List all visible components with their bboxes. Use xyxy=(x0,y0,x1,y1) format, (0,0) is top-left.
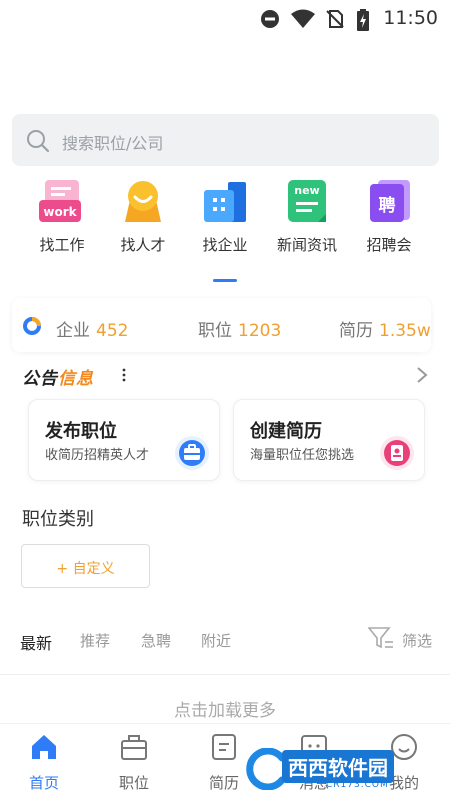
job-fair-icon: 聘 xyxy=(366,178,412,224)
job-fair-badge: 聘 xyxy=(378,196,396,216)
status-bar: 11:50 xyxy=(0,0,450,36)
stat-position: 职位 1203 xyxy=(198,316,281,341)
card-subtitle: 海量职位任您挑选 xyxy=(250,448,355,463)
enterprise-icon xyxy=(202,178,248,224)
card-subtitle: 收简历招精英人才 xyxy=(45,448,150,463)
category-title: 职位类别 xyxy=(22,509,94,530)
status-time: 11:50 xyxy=(383,7,438,29)
do-not-disturb-icon xyxy=(261,10,279,28)
create-resume-card[interactable]: 创建简历 海量职位任您挑选 xyxy=(233,399,425,481)
post-job-card[interactable]: 发布职位 收简历招精英人才 xyxy=(28,399,220,481)
quick-nav-label: 找企业 xyxy=(202,236,248,254)
quick-nav-label: 找工作 xyxy=(39,236,85,254)
quick-nav-job-fair[interactable]: 聘 招聘会 xyxy=(351,176,427,266)
loading-ring-icon xyxy=(23,317,41,335)
quick-nav-find-talent[interactable]: 找人才 xyxy=(105,176,181,266)
quick-nav-news[interactable]: new 新闻资讯 xyxy=(269,176,345,266)
briefcase-icon xyxy=(121,735,147,760)
card-title: 创建简历 xyxy=(250,421,322,442)
stat-company-value: 452 xyxy=(96,321,129,341)
resume-icon xyxy=(380,436,414,470)
search-icon xyxy=(27,130,50,153)
card-title: 发布职位 xyxy=(45,421,117,442)
watermark-text-b: 软件园 xyxy=(328,756,388,780)
nav-jobs[interactable]: 职位 xyxy=(99,732,169,793)
load-more[interactable]: 点击加载更多 xyxy=(0,696,450,721)
quick-nav-label: 新闻资讯 xyxy=(276,236,337,254)
briefcase-icon xyxy=(175,436,209,470)
work-icon: work xyxy=(39,178,85,224)
search-bar[interactable]: 搜索职位/公司 xyxy=(12,114,439,166)
talent-icon xyxy=(120,178,166,224)
stat-resume-value: 1.35w xyxy=(379,321,431,341)
filter-icon xyxy=(368,627,393,649)
notice-title-b: 信息 xyxy=(58,369,94,389)
resume-icon xyxy=(212,734,236,760)
divider xyxy=(0,674,450,675)
news-icon: new xyxy=(284,178,330,224)
chevron-right-icon[interactable] xyxy=(415,366,429,384)
tab-nearby[interactable]: 附近 xyxy=(201,630,231,651)
tab-recommended[interactable]: 推荐 xyxy=(80,630,110,651)
stat-company: 企业 452 xyxy=(56,316,128,341)
nav-home[interactable]: 首页 xyxy=(9,732,79,793)
custom-category-label: + 自定义 xyxy=(56,561,115,577)
nav-label: 首页 xyxy=(28,774,59,792)
home-icon xyxy=(32,735,56,759)
custom-category-button[interactable]: + 自定义 xyxy=(21,544,150,588)
stats-card: 企业 452 职位 1203 简历 1.35w xyxy=(12,298,431,352)
stat-resume: 简历 1.35w xyxy=(339,316,431,341)
stat-position-label: 职位 xyxy=(198,321,232,341)
notice-title-a: 公告 xyxy=(22,369,58,389)
watermark-sub: CR173.COM xyxy=(326,780,389,790)
quick-nav-find-job[interactable]: work 找工作 xyxy=(24,176,100,266)
wifi-icon xyxy=(291,9,315,28)
tab-urgent[interactable]: 急聘 xyxy=(141,630,171,651)
filter-label: 筛选 xyxy=(402,632,433,650)
battery-charging-icon xyxy=(357,9,369,31)
news-badge: new xyxy=(294,184,320,197)
quick-nav-label: 找人才 xyxy=(120,236,166,254)
page-indicator xyxy=(213,279,237,282)
watermark-logo: 西西软件园 CR173.COM xyxy=(246,746,432,792)
watermark-text-a: 西西 xyxy=(288,756,328,780)
more-dots-icon xyxy=(122,368,126,382)
search-placeholder: 搜索职位/公司 xyxy=(62,134,164,153)
work-badge: work xyxy=(43,205,77,219)
no-sim-icon xyxy=(326,10,344,28)
stat-resume-label: 简历 xyxy=(339,321,373,341)
tab-latest[interactable]: 最新 xyxy=(20,630,52,654)
stat-position-value: 1203 xyxy=(238,321,282,341)
quick-nav-find-enterprise[interactable]: 找企业 xyxy=(187,176,263,266)
stat-company-label: 企业 xyxy=(56,321,90,341)
quick-nav-label: 招聘会 xyxy=(366,236,412,254)
notice-title: 公告信息 xyxy=(22,364,94,389)
nav-label: 职位 xyxy=(118,774,149,792)
